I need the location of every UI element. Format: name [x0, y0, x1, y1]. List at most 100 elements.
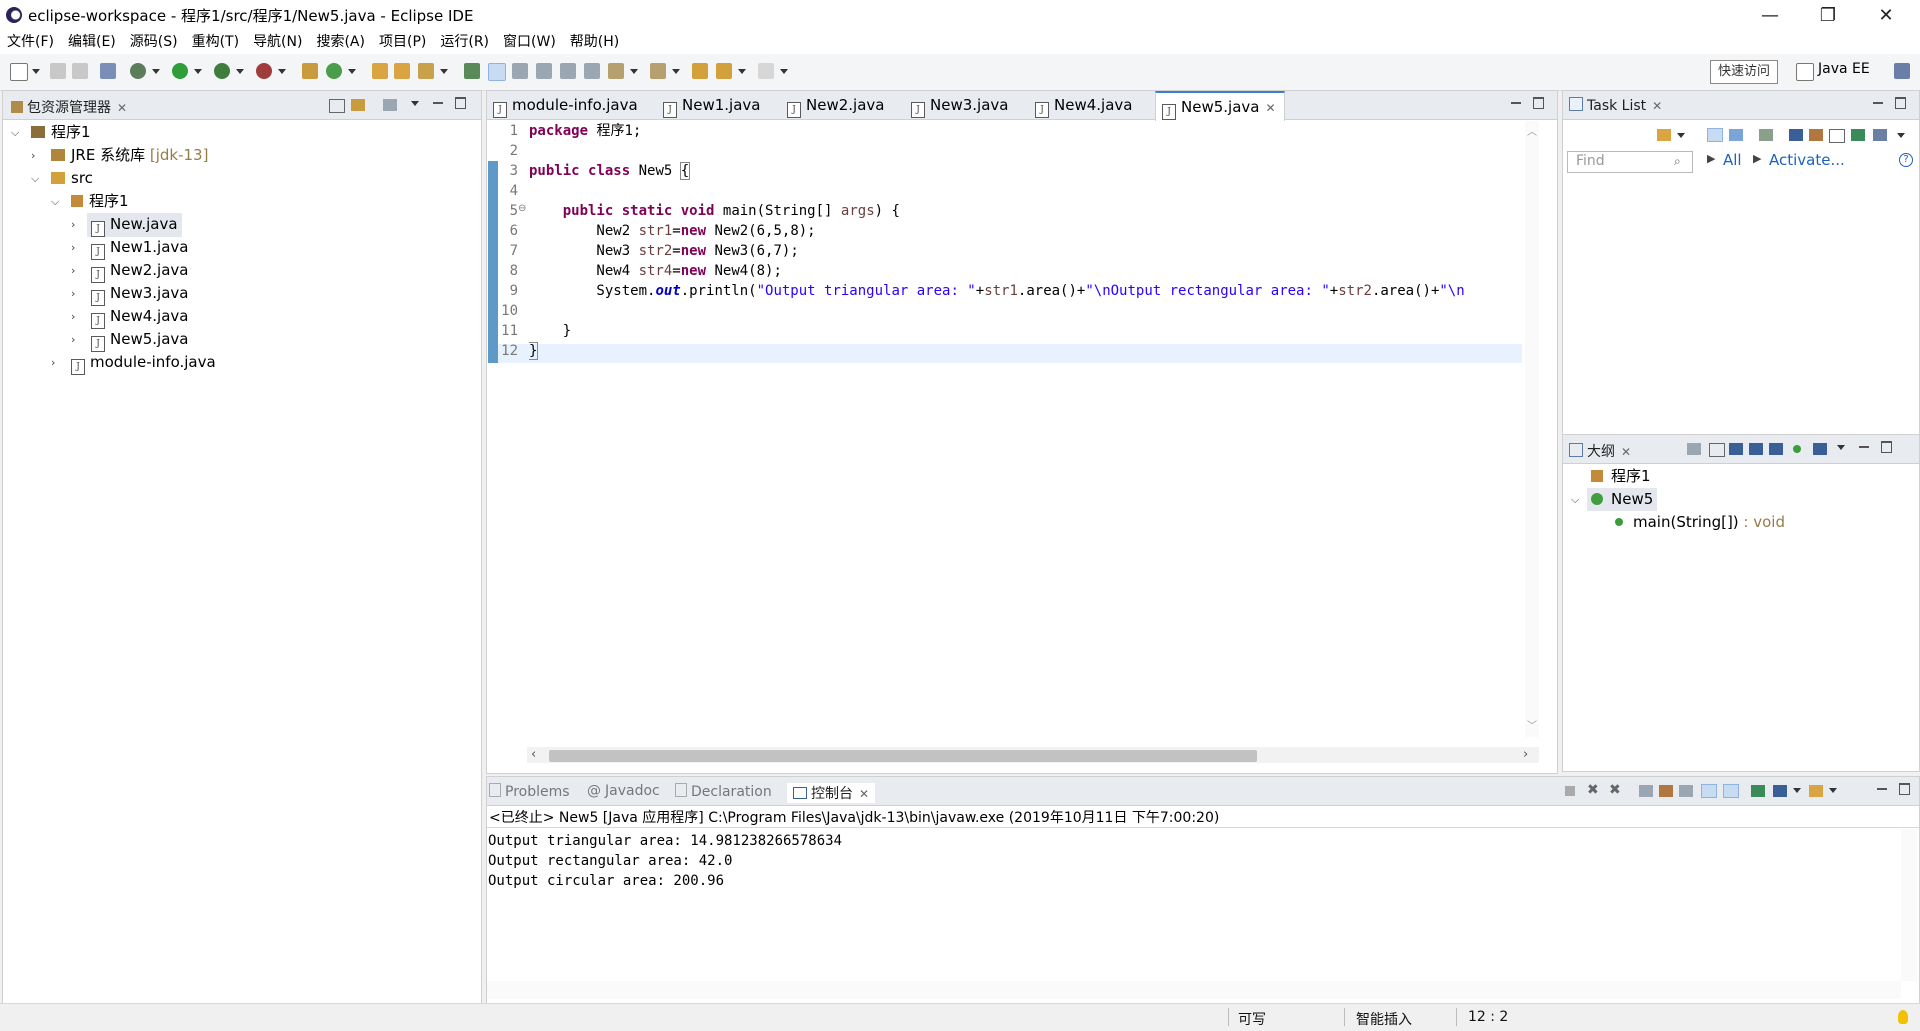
- tab-new3[interactable]: J New3.java: [911, 91, 1008, 119]
- tab-new5[interactable]: J New5.java ✕: [1155, 91, 1285, 121]
- menu-file[interactable]: 文件(F): [0, 30, 61, 54]
- previous-annotation-icon[interactable]: [650, 63, 666, 79]
- expand-chevron-icon[interactable]: ›: [71, 305, 75, 328]
- coverage-icon[interactable]: [214, 63, 230, 79]
- expand-chevron-icon[interactable]: ›: [71, 328, 75, 351]
- synchronize-icon[interactable]: [1809, 129, 1823, 141]
- maximize-editor-icon[interactable]: [1533, 97, 1544, 109]
- debug-icon[interactable]: [130, 63, 146, 79]
- console-horizontal-scrollbar[interactable]: [487, 981, 1901, 999]
- expand-chevron-icon[interactable]: ›: [31, 144, 35, 167]
- expand-chevron-icon[interactable]: ›: [51, 351, 55, 374]
- back-icon[interactable]: [716, 63, 732, 79]
- new-class-dropdown-icon[interactable]: [348, 69, 356, 74]
- coverage-dropdown-icon[interactable]: [236, 69, 244, 74]
- search-icon[interactable]: [418, 63, 434, 79]
- tab-new2[interactable]: J New2.java: [787, 91, 884, 119]
- new-dropdown-icon[interactable]: [32, 69, 40, 74]
- link-editor-icon[interactable]: [1687, 443, 1701, 455]
- close-window-button[interactable]: ✕: [1858, 0, 1914, 30]
- tab-new4[interactable]: J New4.java: [1035, 91, 1132, 119]
- save-all-icon[interactable]: [72, 63, 88, 79]
- menu-search[interactable]: 搜索(A): [309, 30, 372, 54]
- new-java-class-icon[interactable]: [326, 63, 342, 79]
- outline-tab[interactable]: 大纲 ✕: [1569, 441, 1631, 461]
- minimize-view-icon[interactable]: [1859, 446, 1869, 448]
- scroll-down-icon[interactable]: ﹀: [1527, 717, 1537, 732]
- scheduled-icon[interactable]: [1729, 129, 1743, 141]
- expand-chevron-icon[interactable]: ⌵: [1571, 488, 1579, 511]
- expand-chevron-icon[interactable]: ›: [71, 259, 75, 282]
- new-icon[interactable]: [10, 63, 28, 81]
- show-on-stderr-icon[interactable]: [1723, 784, 1739, 798]
- categorized-icon[interactable]: [1707, 128, 1723, 142]
- word-wrap-icon[interactable]: [1679, 785, 1693, 797]
- new-task-dropdown-icon[interactable]: [1677, 133, 1685, 138]
- annotation-icon[interactable]: [464, 63, 480, 79]
- maximize-view-icon[interactable]: [1899, 783, 1910, 795]
- hide-static-icon[interactable]: [1769, 443, 1783, 455]
- lightbulb-icon[interactable]: [1898, 1010, 1908, 1024]
- tab-new1[interactable]: J New1.java: [663, 91, 760, 119]
- display-console-dropdown-icon[interactable]: [1793, 788, 1801, 793]
- close-tab-icon[interactable]: ✕: [859, 787, 869, 801]
- tab-console[interactable]: 控制台 ✕: [787, 783, 876, 803]
- scroll-up-icon[interactable]: ︿: [1527, 123, 1537, 138]
- close-tab-icon[interactable]: ✕: [117, 101, 127, 115]
- code-area[interactable]: package 程序1; public class New5 { public …: [529, 120, 1521, 380]
- quick-access-field[interactable]: 快速访问: [1710, 60, 1778, 84]
- close-tab-icon[interactable]: ✕: [1265, 101, 1275, 115]
- remove-all-launches-icon[interactable]: ✖: [1609, 782, 1621, 798]
- fold-toggle-icon[interactable]: ⊖: [518, 203, 526, 214]
- tab-javadoc[interactable]: @ Javadoc: [587, 783, 660, 799]
- hide-local-types-icon[interactable]: [1813, 443, 1827, 455]
- activate-task-link[interactable]: Activate...: [1769, 151, 1845, 169]
- focus-workweek-icon[interactable]: [1789, 129, 1803, 141]
- view-menu-icon[interactable]: [1897, 133, 1905, 138]
- view-menu-icon[interactable]: [411, 101, 419, 106]
- close-tab-icon[interactable]: ✕: [1621, 445, 1631, 459]
- external-tools-dropdown-icon[interactable]: [278, 69, 286, 74]
- run-dropdown-icon[interactable]: [194, 69, 202, 74]
- hide-fields-icon[interactable]: [1749, 443, 1763, 455]
- hide-completed-icon[interactable]: [1759, 129, 1773, 141]
- remove-launch-icon[interactable]: ✖: [1587, 782, 1599, 798]
- menu-navigate[interactable]: 导航(N): [246, 30, 309, 54]
- editor-vertical-scrollbar[interactable]: ︿ ﹀: [1525, 121, 1539, 737]
- menu-source[interactable]: 源码(S): [123, 30, 185, 54]
- link-with-editor-icon[interactable]: [351, 99, 365, 111]
- tab-problems[interactable]: Problems: [489, 783, 570, 800]
- menu-window[interactable]: 窗口(W): [496, 30, 563, 54]
- terminate-icon[interactable]: [1565, 786, 1575, 796]
- minimize-button[interactable]: —: [1742, 0, 1798, 30]
- close-tab-icon[interactable]: ✕: [1652, 99, 1662, 113]
- help-icon[interactable]: [1873, 129, 1887, 141]
- package-explorer-tab[interactable]: 包资源管理器 ✕: [11, 97, 127, 117]
- tab-declaration[interactable]: Declaration: [675, 783, 772, 800]
- scroll-left-icon[interactable]: ‹: [531, 747, 536, 762]
- link-tasks-icon[interactable]: [1851, 129, 1865, 141]
- external-tools-icon[interactable]: [256, 63, 272, 79]
- last-edit-location-icon[interactable]: [692, 63, 708, 79]
- tab-module-info[interactable]: Jmodule-info.java: [493, 91, 638, 119]
- expand-chevron-icon[interactable]: ›: [71, 213, 75, 236]
- menu-refactor[interactable]: 重构(T): [185, 30, 246, 54]
- show-on-stdout-icon[interactable]: [1701, 784, 1717, 798]
- maximize-view-icon[interactable]: [1881, 441, 1892, 453]
- minimize-editor-icon[interactable]: [1511, 102, 1521, 104]
- menu-edit[interactable]: 编辑(E): [61, 30, 123, 54]
- hide-non-public-icon[interactable]: [1793, 445, 1801, 453]
- collapse-all-icon[interactable]: [1829, 129, 1845, 143]
- perspective-java-ee[interactable]: Java EE: [1818, 61, 1870, 77]
- open-task-icon[interactable]: [394, 63, 410, 79]
- scroll-lock-icon[interactable]: [1659, 785, 1673, 797]
- find-task-input[interactable]: Find ⌕: [1567, 151, 1693, 173]
- view-filters-icon[interactable]: [383, 99, 397, 111]
- save-icon[interactable]: [50, 63, 66, 79]
- outline-item-method[interactable]: main(String[]) : void: [1615, 511, 1785, 534]
- open-type-icon[interactable]: [372, 63, 388, 79]
- previous-annotation-dropdown-icon[interactable]: [672, 69, 680, 74]
- expand-chevron-icon[interactable]: ›: [71, 236, 75, 259]
- next-annotation-icon[interactable]: [608, 63, 624, 79]
- sort-icon[interactable]: [1729, 443, 1743, 455]
